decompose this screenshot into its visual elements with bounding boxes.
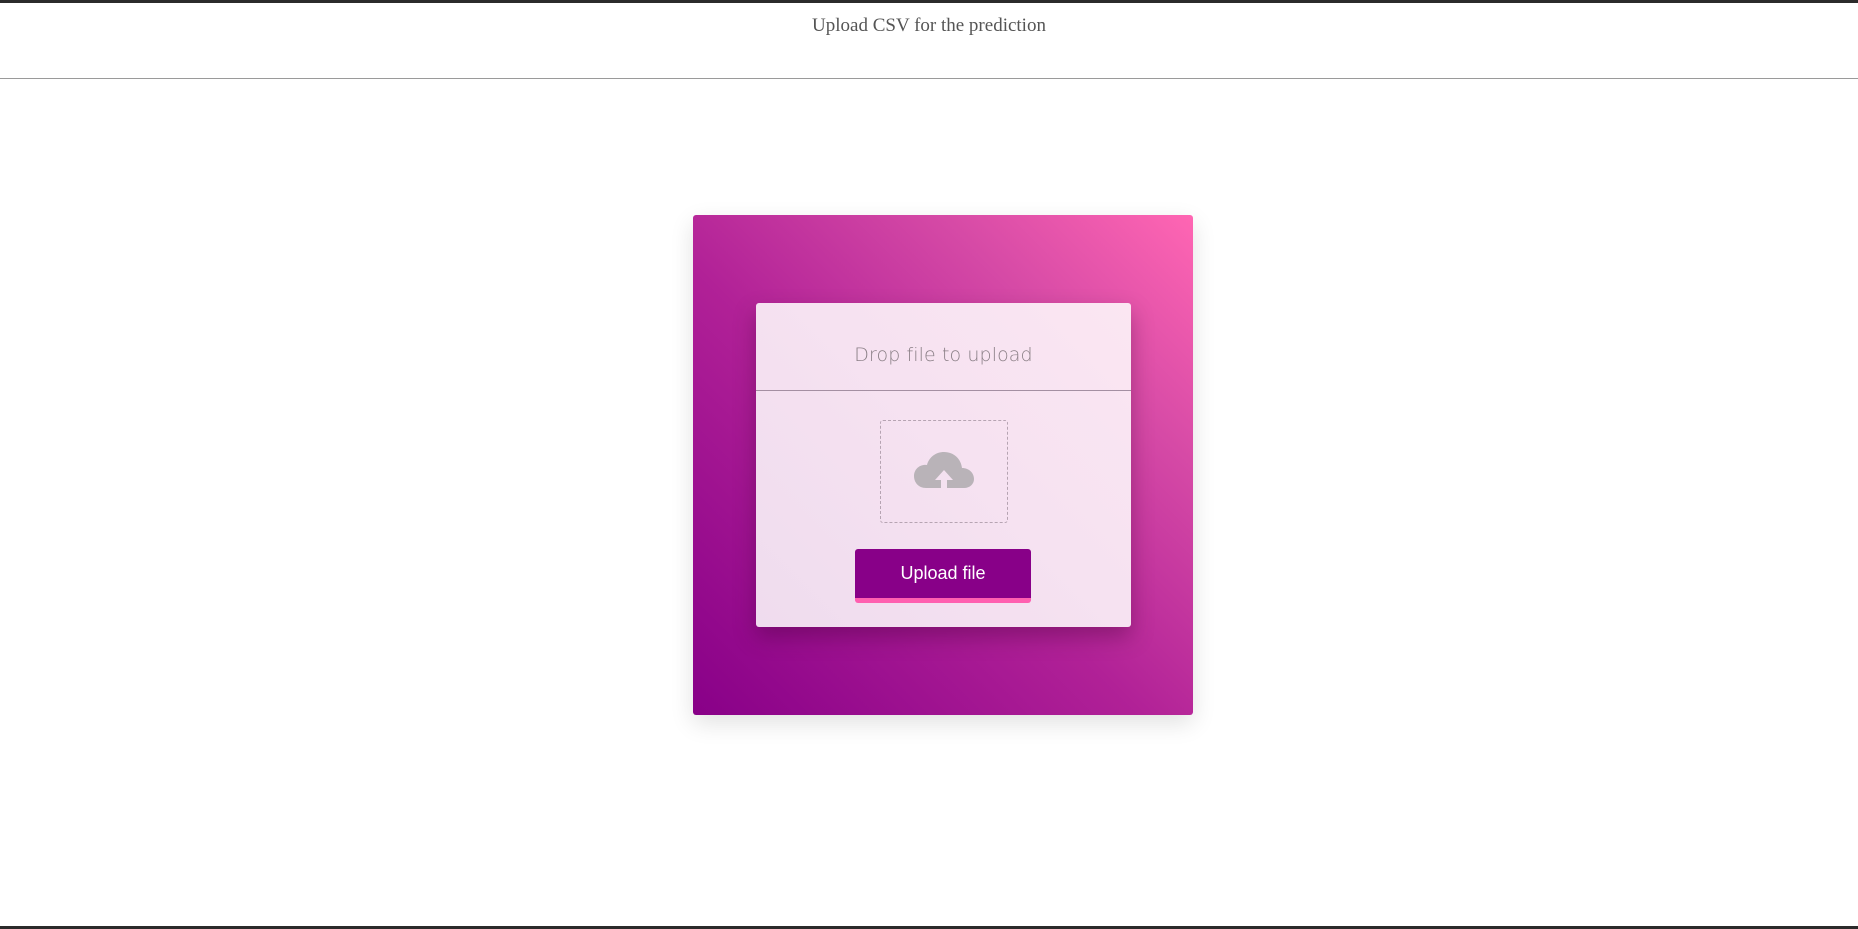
- upload-card-header: Drop file to upload: [756, 303, 1131, 391]
- upload-panel: Drop file to upload Upload file: [693, 215, 1193, 715]
- file-drop-zone[interactable]: [880, 420, 1008, 523]
- upload-card: Drop file to upload Upload file: [756, 303, 1131, 627]
- upload-card-title: Drop file to upload: [854, 344, 1033, 366]
- page-header: Upload CSV for the prediction: [0, 3, 1858, 79]
- upload-file-button[interactable]: Upload file: [855, 549, 1031, 603]
- cloud-upload-icon: [914, 451, 974, 488]
- page-title: Upload CSV for the prediction: [812, 15, 1046, 36]
- page: Upload CSV for the prediction Drop file …: [0, 0, 1858, 929]
